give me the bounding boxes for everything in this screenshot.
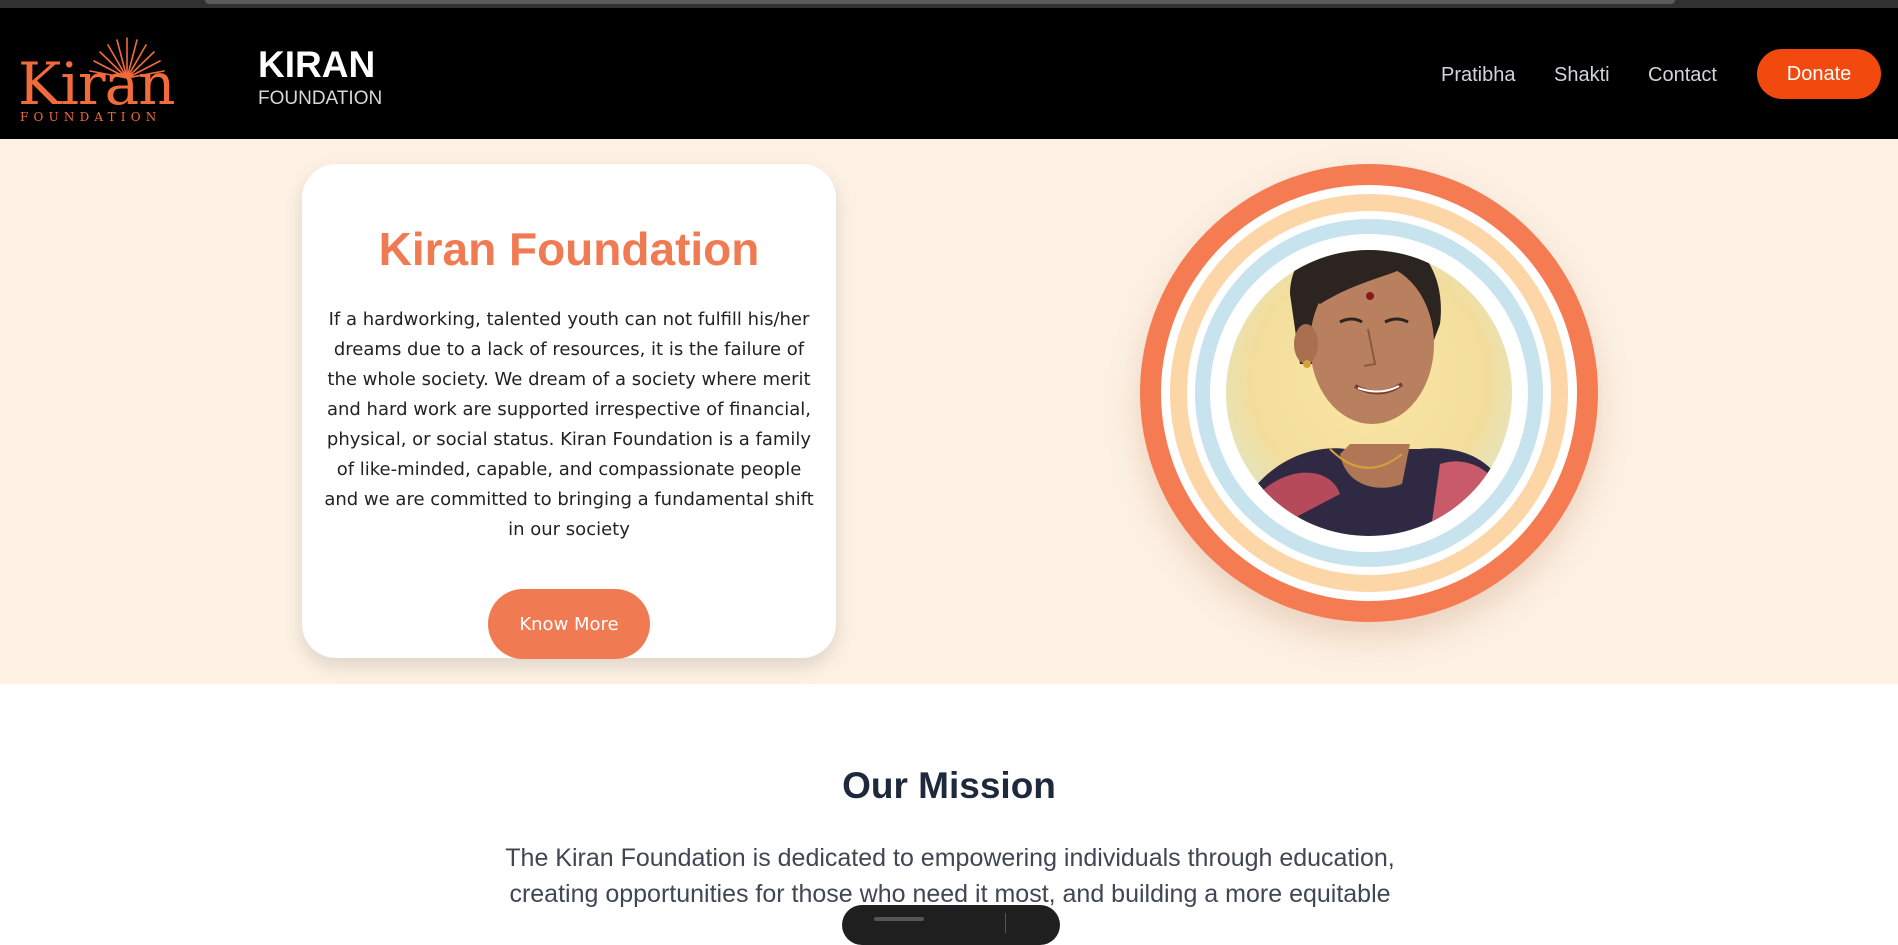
donate-button[interactable]: Donate (1757, 49, 1881, 99)
hero-title: Kiran Foundation (378, 223, 760, 275)
brand-title: KIRAN (258, 44, 376, 85)
logo-subtitle: FOUNDATION (20, 110, 162, 124)
toolbar-indicator (874, 917, 924, 921)
woman-portrait-photo (1140, 164, 1598, 622)
nav-link-pratibha[interactable]: Pratibha (1441, 64, 1516, 87)
toolbar-divider (1005, 913, 1006, 933)
browser-top-strip (0, 0, 1898, 8)
site-header: Kiran FOUNDATION KIRAN FOUNDATION Pratib… (0, 8, 1898, 139)
hero-section: Kiran Foundation If a hardworking, talen… (0, 139, 1898, 684)
kiran-logo[interactable]: Kiran FOUNDATION (18, 32, 178, 126)
browser-tab-bar (205, 0, 1675, 4)
nav-link-shakti[interactable]: Shakti (1554, 64, 1610, 87)
mission-text: The Kiran Foundation is dedicated to emp… (505, 844, 1395, 908)
hero-card: Kiran Foundation If a hardworking, talen… (302, 164, 836, 659)
hero-portrait (1140, 164, 1598, 622)
floating-toolbar[interactable] (842, 905, 1060, 945)
brand-subtitle: FOUNDATION (258, 88, 383, 109)
logo-wordmark: Kiran (18, 50, 176, 118)
nav-link-contact[interactable]: Contact (1648, 64, 1717, 87)
hero-description: If a hardworking, talented youth can not… (324, 309, 814, 540)
mission-title: Our Mission (842, 765, 1056, 806)
know-more-button[interactable]: Know More (488, 589, 650, 659)
